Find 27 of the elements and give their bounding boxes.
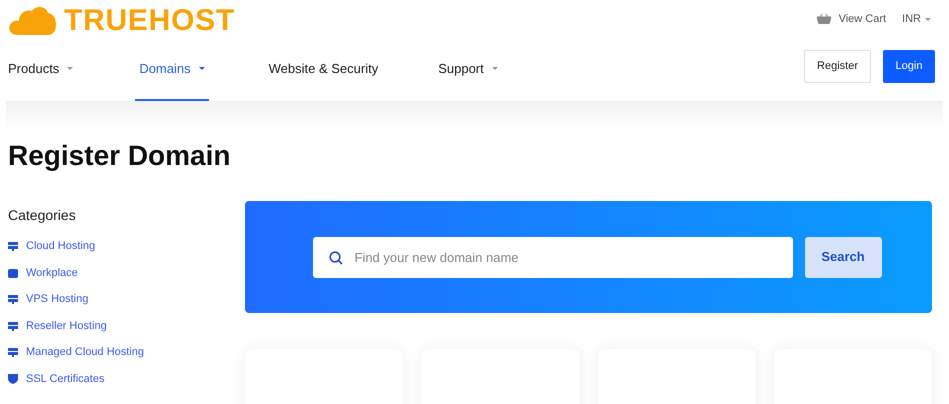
sidebar-title: Categories: [8, 206, 77, 225]
shield-icon: [8, 374, 18, 384]
server-icon: [8, 241, 18, 252]
nav-tab[interactable]: Products: [8, 38, 74, 101]
category-link[interactable]: Reseller Hosting: [26, 318, 107, 334]
page-heading: Register Domain: [7, 139, 232, 173]
search-field[interactable]: Find your new domain name: [312, 236, 792, 278]
category-link[interactable]: VPS Hosting: [26, 291, 88, 308]
server-icon: [8, 294, 18, 304]
server-icon: [8, 320, 18, 331]
search-button[interactable]: Search: [804, 236, 882, 278]
server-icon: [8, 347, 18, 358]
nav-tab[interactable]: Website & Security: [268, 38, 378, 101]
nav-tab[interactable]: Support: [438, 38, 498, 101]
category-link[interactable]: SSL Certificates: [26, 370, 104, 387]
view-cart-link[interactable]: View Cart: [816, 10, 886, 28]
category-link[interactable]: Workplace: [26, 264, 78, 281]
currency-dropdown[interactable]: INR: [902, 10, 931, 28]
briefcase-icon: [8, 268, 18, 278]
login-button[interactable]: Login: [883, 50, 935, 83]
cloud-logo-icon: [8, 5, 56, 35]
logo-text: TRUEHOST: [64, 2, 235, 38]
register-button[interactable]: Register: [804, 50, 871, 83]
category-link[interactable]: Managed Cloud Hosting: [26, 344, 144, 360]
search-icon: [328, 250, 342, 264]
basket-icon: [816, 14, 831, 24]
category-link[interactable]: Cloud Hosting: [26, 238, 96, 254]
